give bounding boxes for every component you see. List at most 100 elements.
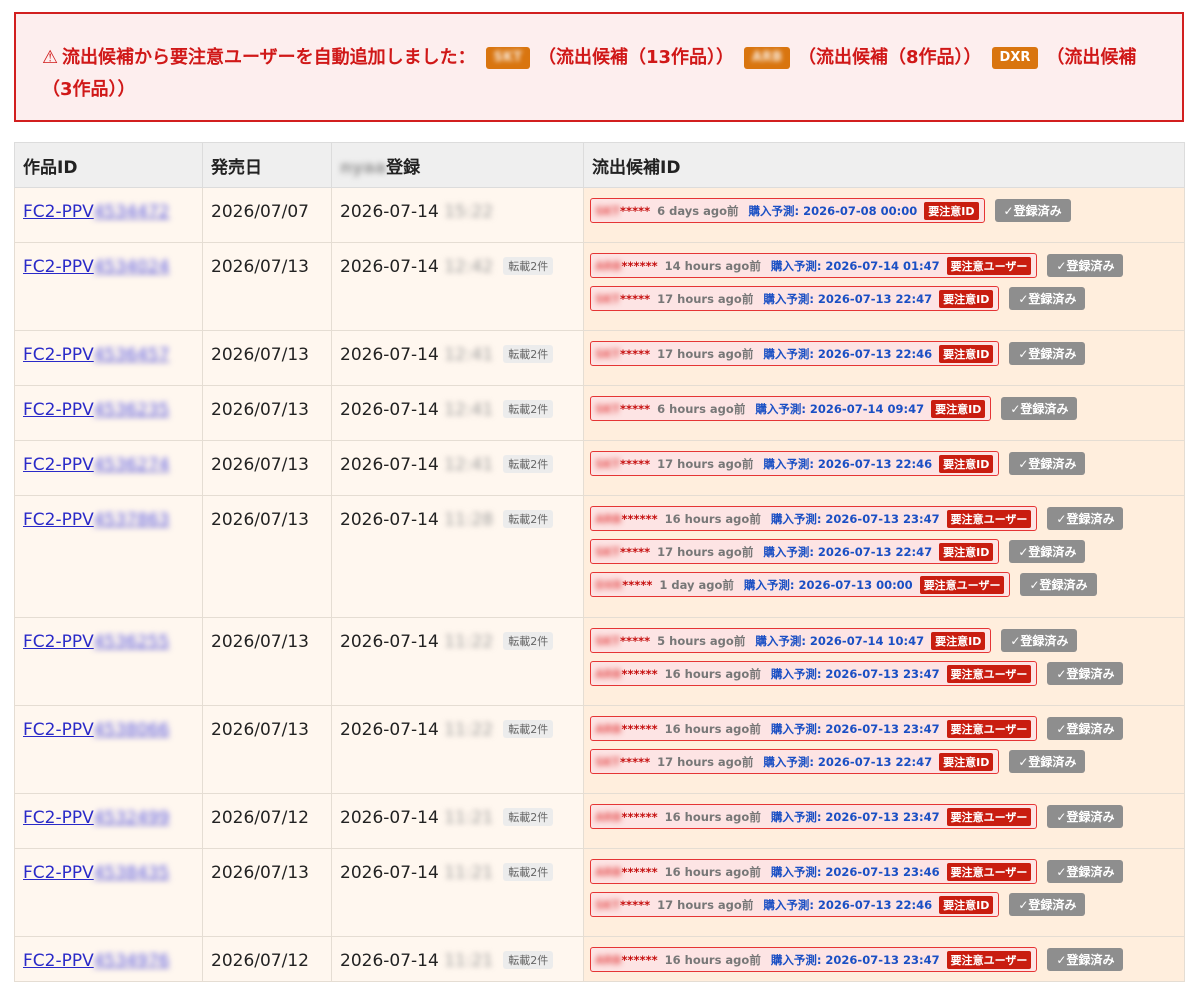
- candidate-id-masked: ******: [621, 864, 658, 879]
- candidate-pill[interactable]: DXR***** 1 day ago前 購入予測: 2026-07-13 00:00…: [590, 572, 1011, 597]
- candidate-id-masked: ******: [621, 258, 658, 273]
- candidate-pill[interactable]: SKT***** 17 hours ago前 購入予測: 2026-07-13 22…: [590, 749, 1000, 774]
- purchase-prediction: 購入予測: 2026-07-13 23:47: [770, 952, 940, 967]
- header-registered-label: 登録: [386, 157, 421, 178]
- registered-button[interactable]: ✓登録済み: [1047, 662, 1124, 685]
- candidate-relative-time: 17 hours ago前: [657, 544, 754, 559]
- registered-cell: 2026-07-14 12:41 転載2件: [331, 330, 584, 386]
- candidate-pill[interactable]: ARB****** 16 hours ago前 購入予測: 2026-07-13 2…: [590, 947, 1038, 972]
- table-row: FC2-PPV4536235 2026/07/13 2026-07-14 12:41…: [14, 385, 1185, 441]
- registered-button[interactable]: ✓登録済み: [1009, 893, 1086, 916]
- purchase-prediction: 購入予測: 2026-07-13 23:47: [770, 511, 940, 526]
- candidate-pill[interactable]: SKT***** 17 hours ago前 購入予測: 2026-07-13 22…: [590, 286, 1000, 311]
- registered-button[interactable]: ✓登録済み: [1001, 397, 1078, 420]
- registered-time: 11:28: [438, 510, 494, 530]
- auto-add-alert: ⚠ 流出候補から要注意ユーザーを自動追加しました： SKT （流出候補（13作品）） A…: [14, 12, 1184, 122]
- registered-button[interactable]: ✓登録済み: [1009, 452, 1086, 475]
- registered-button[interactable]: ✓登録済み: [1001, 629, 1078, 652]
- candidate-pill[interactable]: ARB****** 16 hours ago前 購入予測: 2026-07-13 2…: [590, 716, 1038, 741]
- candidate-pill[interactable]: SKT***** 17 hours ago前 購入予測: 2026-07-13 22…: [590, 892, 1000, 917]
- work-id-link[interactable]: FC2-PPV4538435: [23, 863, 169, 883]
- header-registered[interactable]: nyaa登録: [331, 142, 584, 188]
- candidate-cell: SKT***** 6 hours ago前 購入予測: 2026-07-14 09:…: [583, 385, 1185, 441]
- candidate-pill[interactable]: SKT***** 17 hours ago前 購入予測: 2026-07-13 22…: [590, 341, 1000, 366]
- registered-button[interactable]: ✓登録済み: [1047, 717, 1124, 740]
- candidate-pill[interactable]: ARB****** 16 hours ago前 購入予測: 2026-07-13 2…: [590, 859, 1038, 884]
- candidate-cell: ARB****** 14 hours ago前 購入予測: 2026-07-14 0…: [583, 242, 1185, 331]
- watch-flag-badge: 要注意ユーザー: [946, 509, 1032, 528]
- registered-time: 11:21: [438, 808, 494, 828]
- candidate-pill[interactable]: ARB****** 16 hours ago前 購入予測: 2026-07-13 2…: [590, 661, 1038, 686]
- work-id-link[interactable]: FC2-PPV4536274: [23, 455, 169, 475]
- registered-button[interactable]: ✓登録済み: [1009, 287, 1086, 310]
- registered-time: 12:41: [438, 455, 494, 475]
- work-id-link[interactable]: FC2-PPV4536255: [23, 632, 169, 652]
- watch-flag-badge: 要注意ID: [939, 895, 994, 914]
- work-id-number: 4534472: [93, 202, 170, 222]
- work-id-link[interactable]: FC2-PPV4534976: [23, 951, 169, 971]
- work-id-cell: FC2-PPV4534472: [14, 187, 203, 243]
- registered-date: 2026-07-14: [340, 455, 439, 475]
- header-candidate-ids[interactable]: 流出候補ID: [583, 142, 1185, 188]
- work-id-cell: FC2-PPV4538435: [14, 848, 203, 937]
- candidate-pill[interactable]: ARB****** 16 hours ago前 購入予測: 2026-07-13 2…: [590, 804, 1038, 829]
- header-release-date[interactable]: 発売日: [202, 142, 332, 188]
- watch-flag-badge: 要注意ユーザー: [946, 950, 1032, 969]
- registered-button[interactable]: ✓登録済み: [1047, 948, 1124, 971]
- candidate-pill[interactable]: SKT***** 6 days ago前 購入予測: 2026-07-08 00:0…: [590, 198, 985, 223]
- candidate-pill[interactable]: ARB****** 16 hours ago前 購入予測: 2026-07-13 2…: [590, 506, 1038, 531]
- candidate-id-masked: *****: [620, 203, 651, 218]
- registered-button[interactable]: ✓登録済み: [1009, 750, 1086, 773]
- registered-button[interactable]: ✓登録済み: [1047, 254, 1124, 277]
- candidate-id-masked: *****: [620, 291, 651, 306]
- candidate-id-prefix: ARB: [595, 721, 622, 736]
- watch-flag-badge: 要注意ユーザー: [946, 862, 1032, 881]
- work-id-link[interactable]: FC2-PPV4534024: [23, 257, 169, 277]
- candidate-id: SKT*****: [595, 402, 650, 416]
- candidate-pill[interactable]: SKT***** 17 hours ago前 購入予測: 2026-07-13 22…: [590, 539, 1000, 564]
- watch-flag-badge: 要注意ユーザー: [946, 256, 1032, 275]
- registered-date: 2026-07-14: [340, 202, 439, 222]
- header-work-id[interactable]: 作品ID: [14, 142, 203, 188]
- work-id-link[interactable]: FC2-PPV4537863: [23, 510, 169, 530]
- watch-flag-badge: 要注意ID: [924, 201, 979, 220]
- work-id-link[interactable]: FC2-PPV4532499: [23, 808, 169, 828]
- work-id-cell: FC2-PPV4537863: [14, 495, 203, 618]
- candidate-pill[interactable]: SKT***** 6 hours ago前 購入予測: 2026-07-14 09:…: [590, 396, 992, 421]
- candidate-pill[interactable]: SKT***** 5 hours ago前 購入予測: 2026-07-14 10:…: [590, 628, 992, 653]
- work-id-link[interactable]: FC2-PPV4538066: [23, 720, 169, 740]
- repost-count-badge: 転載2件: [503, 345, 554, 363]
- repost-count-badge: 転載2件: [503, 951, 554, 969]
- work-id-link[interactable]: FC2-PPV4536235: [23, 400, 169, 420]
- registered-cell: 2026-07-14 12:42 転載2件: [331, 242, 584, 331]
- work-id-link[interactable]: FC2-PPV4536457: [23, 345, 169, 365]
- candidate-pill[interactable]: ARB****** 14 hours ago前 購入予測: 2026-07-14 0…: [590, 253, 1038, 278]
- registered-button[interactable]: ✓登録済み: [1009, 342, 1086, 365]
- purchase-prediction: 購入予測: 2026-07-13 22:47: [763, 544, 933, 559]
- release-date-cell: 2026/07/13: [202, 330, 332, 386]
- registered-button[interactable]: ✓登録済み: [1020, 573, 1097, 596]
- registered-button[interactable]: ✓登録済み: [1047, 805, 1124, 828]
- registered-button[interactable]: ✓登録済み: [1009, 540, 1086, 563]
- candidate-entry: SKT***** 17 hours ago前 購入予測: 2026-07-13 22…: [590, 888, 1178, 921]
- candidate-id: SKT*****: [595, 898, 650, 912]
- candidate-id-prefix: SKT: [595, 897, 621, 912]
- repost-count-badge: 転載2件: [503, 863, 554, 881]
- work-id-link[interactable]: FC2-PPV4534472: [23, 202, 169, 222]
- candidate-pill[interactable]: SKT***** 17 hours ago前 購入予測: 2026-07-13 22…: [590, 451, 1000, 476]
- work-id-prefix: FC2-PPV: [23, 808, 94, 828]
- registered-date: 2026-07-14: [340, 400, 439, 420]
- candidate-id-masked: ******: [621, 666, 658, 681]
- registered-button[interactable]: ✓登録済み: [1047, 507, 1124, 530]
- candidate-id: ARB******: [595, 259, 658, 273]
- work-id-number: 4536457: [93, 345, 170, 365]
- candidate-entry: ARB****** 16 hours ago前 購入予測: 2026-07-13 2…: [590, 657, 1178, 690]
- registered-time: 11:21: [438, 951, 494, 971]
- work-id-prefix: FC2-PPV: [23, 632, 94, 652]
- release-date-cell: 2026/07/13: [202, 705, 332, 794]
- registered-button[interactable]: ✓登録済み: [1047, 860, 1124, 883]
- works-table: 作品ID 発売日 nyaa登録 流出候補ID FC2-PPV4534472 202…: [14, 142, 1185, 982]
- release-date-cell: 2026/07/13: [202, 495, 332, 618]
- table-header-row: 作品ID 発売日 nyaa登録 流出候補ID: [14, 142, 1185, 188]
- registered-button[interactable]: ✓登録済み: [994, 199, 1071, 222]
